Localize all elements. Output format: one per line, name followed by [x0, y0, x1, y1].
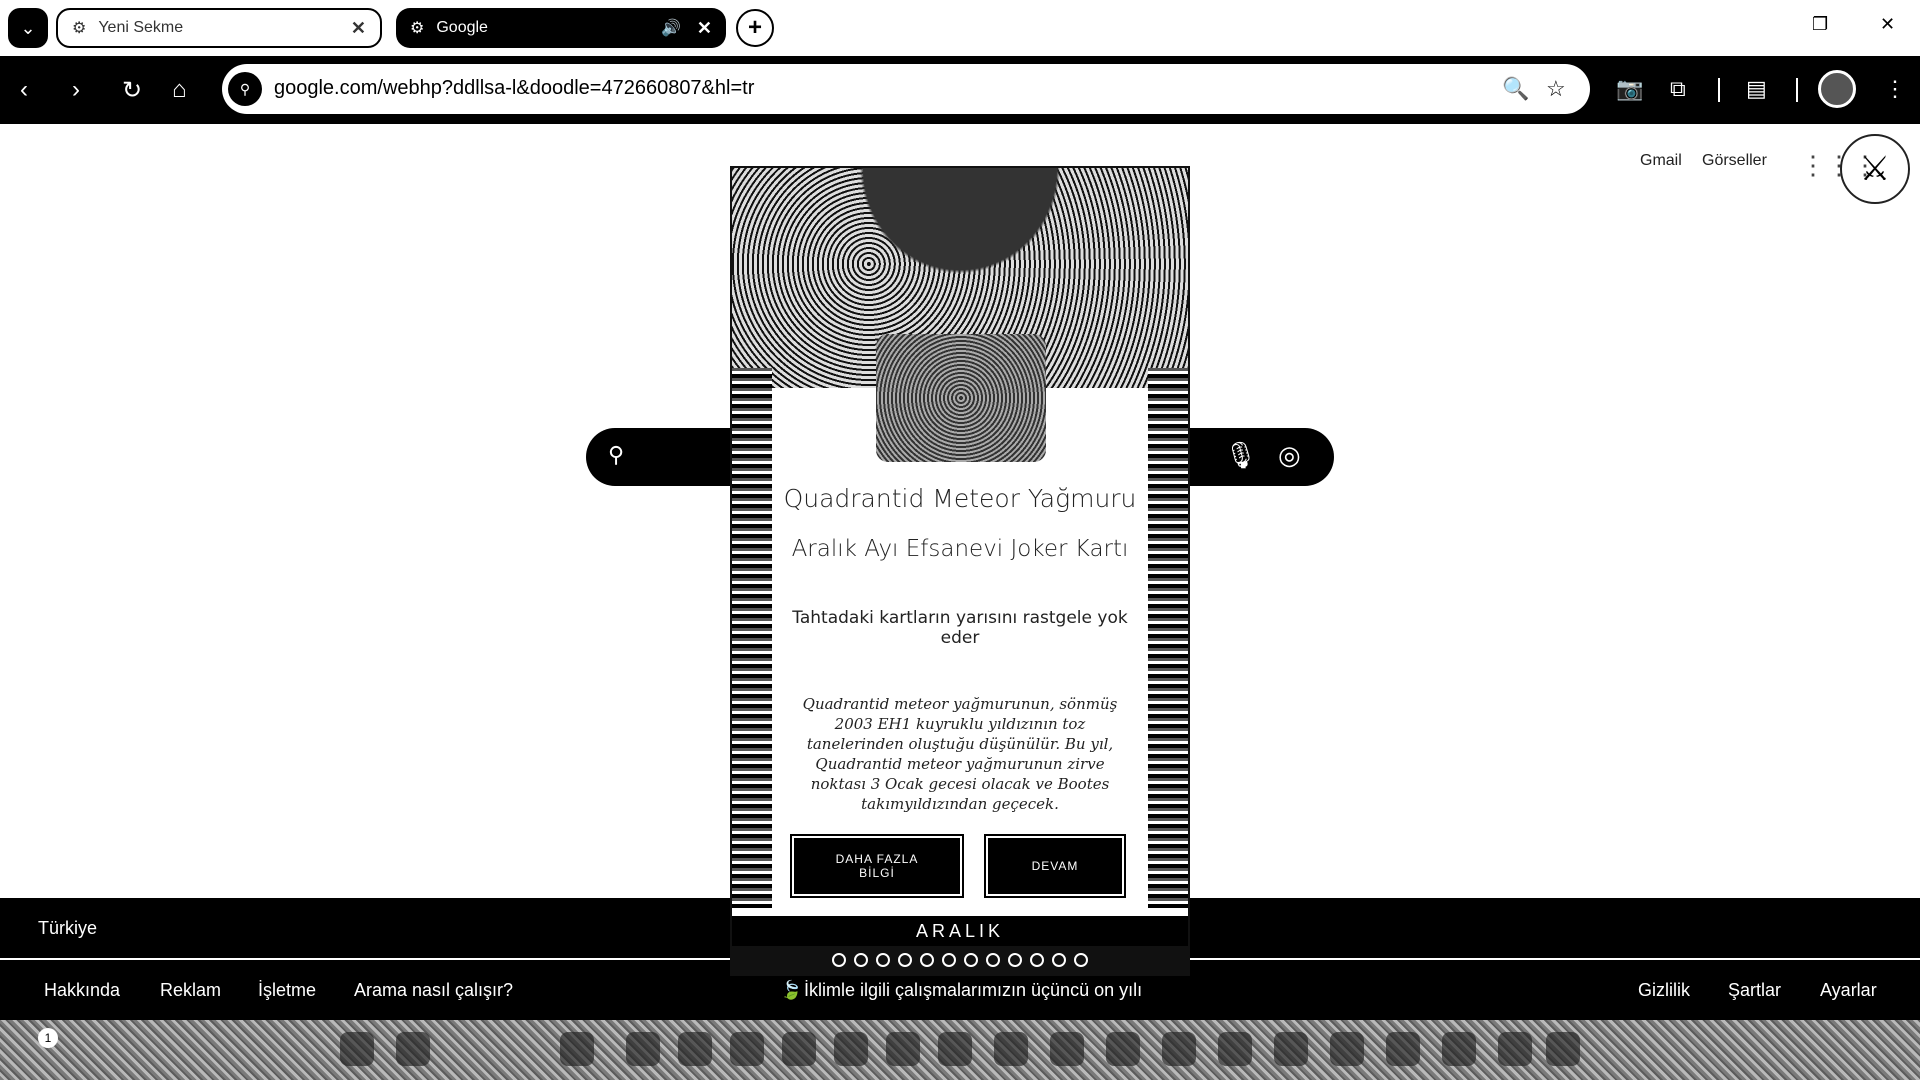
pagination-dot[interactable]	[964, 953, 978, 967]
restore-window-button[interactable]: ❐	[1812, 14, 1828, 35]
card-border-right	[1148, 368, 1188, 908]
learn-more-button[interactable]: DAHA FAZLA BİLGİ	[792, 836, 962, 896]
footer-link-business[interactable]: İşletme	[258, 980, 316, 1001]
profile-avatar[interactable]	[1818, 70, 1856, 108]
zoom-icon[interactable]: 🔍	[1502, 76, 1529, 102]
bookmark-star-icon[interactable]: ☆	[1546, 76, 1566, 102]
close-window-button[interactable]: ✕	[1880, 14, 1895, 35]
site-info-icon[interactable]: ⚲	[228, 72, 262, 106]
taskbar-app-icon[interactable]	[1330, 1032, 1364, 1066]
taskbar-app-icon[interactable]	[1106, 1032, 1140, 1066]
close-icon[interactable]: ✕	[351, 18, 366, 39]
plus-icon: +	[747, 14, 762, 41]
card-border-left	[732, 368, 772, 908]
card-month-label: ARALIK	[732, 916, 1188, 946]
pagination-dot[interactable]	[898, 953, 912, 967]
taskbar-app-icon[interactable]	[886, 1032, 920, 1066]
account-icon: ⚔	[1859, 150, 1891, 188]
tab-new-tab[interactable]: ⚙ Yeni Sekme ✕	[56, 8, 382, 48]
address-url[interactable]: google.com/webhp?ddllsa-l&doodle=4726608…	[274, 77, 754, 100]
pagination-dot[interactable]	[1052, 953, 1066, 967]
taskbar-app-icon[interactable]	[1546, 1032, 1580, 1066]
pagination-dot[interactable]	[942, 953, 956, 967]
country-label: Türkiye	[38, 918, 98, 938]
chevron-down-icon: ⌄	[20, 17, 36, 38]
taskbar-app-icon[interactable]	[678, 1032, 712, 1066]
footer-link-privacy[interactable]: Gizlilik	[1638, 980, 1690, 1001]
pagination-dot[interactable]	[832, 953, 846, 967]
taskbar-app-icon[interactable]	[730, 1032, 764, 1066]
taskbar-app-icon[interactable]	[340, 1032, 374, 1066]
speaker-icon[interactable]: 🔊	[661, 18, 681, 38]
taskbar-app-icon[interactable]	[560, 1032, 594, 1066]
taskbar-app-icon[interactable]	[938, 1032, 972, 1066]
browser-toolbar: ‹ › ↻ ⌂ ⚲ google.com/webhp?ddllsa-l&dood…	[0, 56, 1920, 124]
taskbar-app-icon[interactable]	[1498, 1032, 1532, 1066]
pagination-dot[interactable]	[920, 953, 934, 967]
lens-icon[interactable]: ◎	[1278, 440, 1301, 471]
taskbar-app-icon[interactable]	[1442, 1032, 1476, 1066]
menu-kebab-icon[interactable]: ⋮	[1884, 76, 1906, 102]
taskbar-app-icon[interactable]	[834, 1032, 868, 1066]
card-portrait-image	[876, 334, 1046, 462]
tab-google[interactable]: ⚙ Google 🔊 ✕	[396, 8, 726, 48]
pagination-dot[interactable]	[986, 953, 1000, 967]
taskbar-app-icon[interactable]	[782, 1032, 816, 1066]
taskbar-app-icon[interactable]	[1386, 1032, 1420, 1066]
footer-link-advertising[interactable]: Reklam	[160, 980, 221, 1001]
taskbar-app-icon[interactable]	[626, 1032, 660, 1066]
card-title: Quadrantid Meteor Yağmuru	[783, 484, 1137, 513]
card-subtitle: Aralık Ayı Efsanevi Joker Kartı	[791, 536, 1129, 562]
pagination-dot[interactable]	[1074, 953, 1088, 967]
tab-favicon-icon: ⚙	[72, 20, 87, 37]
taskbar-app-icon[interactable]	[994, 1032, 1028, 1066]
reload-icon[interactable]: ↻	[122, 76, 142, 105]
tab-title: Google	[436, 19, 488, 36]
tab-search-button[interactable]: ⌄	[8, 8, 48, 48]
images-link[interactable]: Görseller	[1702, 152, 1767, 170]
continue-button[interactable]: DEVAM	[986, 836, 1124, 896]
microphone-icon[interactable]: 🎙	[1224, 440, 1257, 471]
taskbar-app-icon[interactable]	[1162, 1032, 1196, 1066]
extensions-icon[interactable]: ⧉	[1670, 76, 1686, 102]
camera-icon[interactable]: 📷	[1616, 76, 1643, 102]
address-bar[interactable]: ⚲ google.com/webhp?ddllsa-l&doodle=47266…	[222, 64, 1590, 114]
back-icon[interactable]: ‹	[20, 76, 28, 104]
gmail-link[interactable]: Gmail	[1640, 152, 1682, 170]
taskbar-app-icon[interactable]	[1050, 1032, 1084, 1066]
search-icon: ⚲	[608, 442, 625, 467]
close-icon[interactable]: ✕	[697, 18, 712, 39]
footer-link-climate[interactable]: İklimle ilgili çalışmalarımızın üçüncü o…	[804, 980, 1142, 1001]
leaf-icon: 🍃	[780, 980, 803, 1000]
google-favicon-icon: ⚙	[410, 20, 425, 37]
taskbar-app-icon[interactable]	[396, 1032, 430, 1066]
account-avatar[interactable]: ⚔	[1840, 134, 1910, 204]
card-description: Quadrantid meteor yağmurunun, sönmüş 200…	[802, 695, 1118, 813]
taskbar-app-icon[interactable]	[1274, 1032, 1308, 1066]
taskbar: 1	[0, 1020, 1920, 1080]
tab-title: Yeni Sekme	[98, 19, 184, 36]
card-effect-text: Tahtadaki kartların yarısını rastgele yo…	[792, 608, 1128, 648]
pagination-dot[interactable]	[1030, 953, 1044, 967]
reading-list-icon[interactable]: ▤	[1746, 76, 1767, 102]
footer-link-terms[interactable]: Şartlar	[1728, 980, 1781, 1001]
toolbar-divider	[1796, 78, 1798, 102]
toolbar-divider	[1718, 78, 1720, 102]
footer-link-about[interactable]: Hakkında	[44, 980, 120, 1001]
card-pagination	[732, 946, 1188, 974]
forward-icon[interactable]: ›	[72, 76, 80, 104]
footer-link-settings[interactable]: Ayarlar	[1820, 980, 1877, 1001]
pagination-dot[interactable]	[854, 953, 868, 967]
pagination-dot[interactable]	[876, 953, 890, 967]
taskbar-app-icon[interactable]	[1218, 1032, 1252, 1066]
home-icon[interactable]: ⌂	[172, 76, 187, 104]
new-tab-button[interactable]: +	[736, 9, 774, 47]
pagination-dot[interactable]	[1008, 953, 1022, 967]
footer-link-how-search-works[interactable]: Arama nasıl çalışır?	[354, 980, 513, 1001]
doodle-card: Quadrantid Meteor Yağmuru Aralık Ayı Efs…	[732, 168, 1188, 974]
notification-badge: 1	[38, 1028, 58, 1048]
